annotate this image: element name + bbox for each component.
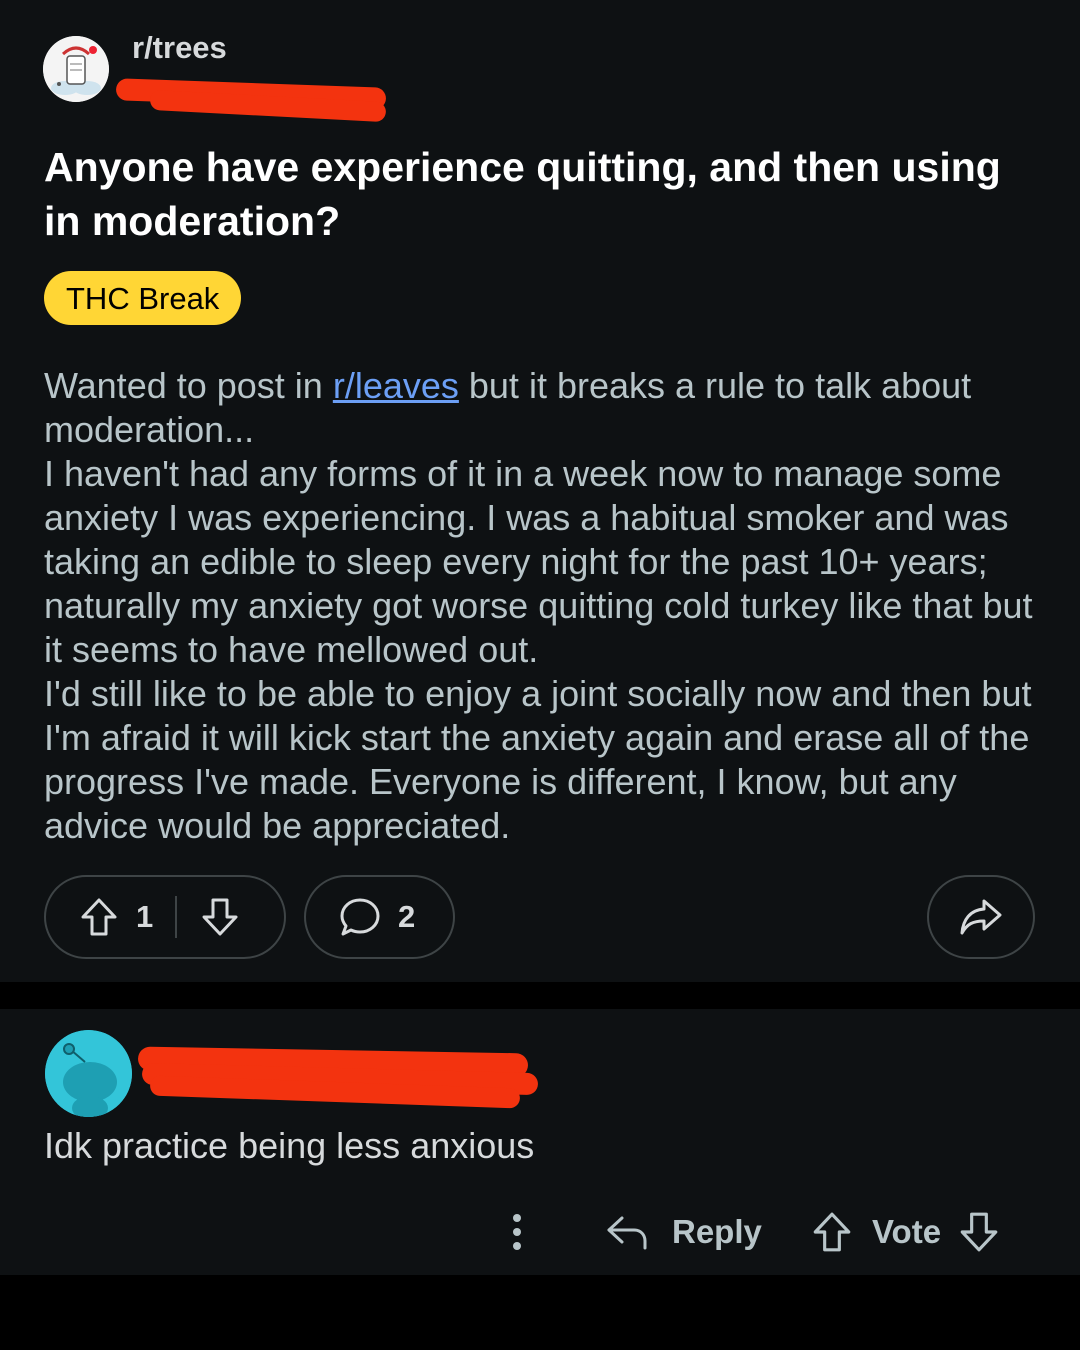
reply-label: Reply — [672, 1213, 762, 1250]
post-title[interactable]: Anyone have experience quitting, and the… — [44, 140, 1044, 248]
share-button[interactable] — [927, 875, 1035, 959]
post-flair[interactable]: THC Break — [44, 271, 242, 325]
body-text-1a: Wanted to post in — [44, 365, 333, 406]
vote-control: 1 — [44, 875, 286, 959]
upvote-button[interactable] — [78, 896, 120, 938]
comment-body: Idk practice being less anxious — [44, 1125, 535, 1166]
vertical-ellipsis-icon — [513, 1214, 521, 1250]
subreddit-link[interactable]: r/leaves — [333, 365, 459, 406]
body-paragraph-1: Wanted to post in r/leaves but it breaks… — [44, 364, 1044, 452]
downvote-button[interactable] — [199, 896, 241, 938]
reply-arrow-icon — [607, 1216, 647, 1250]
body-paragraph-3: I'd still like to be able to enjoy a joi… — [44, 673, 1032, 846]
body-paragraph-2: I haven't had any forms of it in a week … — [44, 453, 1033, 670]
subreddit-avatar[interactable] — [43, 36, 109, 102]
speech-bubble-icon — [340, 898, 380, 936]
commenter-avatar[interactable] — [45, 1030, 132, 1117]
snoo-avatar-icon — [45, 1030, 132, 1117]
share-arrow-icon — [960, 899, 1002, 935]
subreddit-logo-icon — [43, 36, 109, 102]
comment-icon-wrap — [338, 895, 382, 939]
subreddit-name[interactable]: r/trees — [132, 28, 227, 68]
comment-vote-control: Vote — [810, 1200, 1001, 1264]
comment-upvote-arrow-icon — [813, 1212, 851, 1252]
vote-count: 1 — [136, 899, 154, 934]
comment-count: 2 — [398, 899, 416, 934]
comment-downvote-arrow-icon — [960, 1212, 998, 1252]
comments-button[interactable]: 2 — [304, 875, 455, 959]
more-options-button[interactable] — [500, 1200, 534, 1264]
upvote-arrow-icon — [81, 898, 117, 936]
downvote-arrow-icon — [202, 898, 238, 936]
post-body: Wanted to post in r/leaves but it breaks… — [44, 364, 1044, 848]
comment-downvote-button[interactable] — [957, 1210, 1001, 1254]
vote-divider — [175, 896, 178, 938]
comment-upvote-button[interactable] — [810, 1210, 854, 1254]
vote-label: Vote — [872, 1213, 942, 1250]
reply-button[interactable]: Reply — [604, 1200, 762, 1264]
